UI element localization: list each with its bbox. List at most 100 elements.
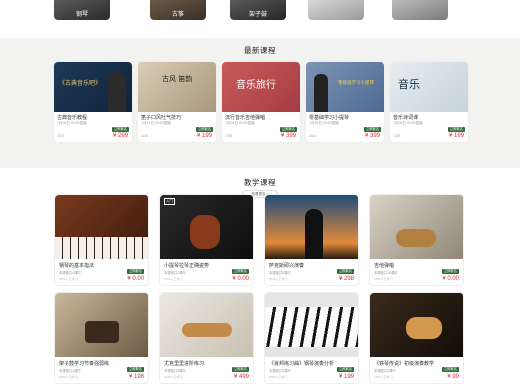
- course-title: 吉他弹唱: [374, 263, 395, 269]
- learner-count: 1856人已学习: [164, 277, 183, 281]
- category-label: 钢琴: [75, 12, 88, 18]
- learner-count: 2560: [309, 134, 317, 138]
- course-thumbnail: [265, 195, 358, 259]
- guitar-graphic: [406, 317, 442, 339]
- lesson-count: 本课程共6课时: [269, 369, 291, 373]
- course-price: ¥ 399: [364, 133, 380, 139]
- course-price: ¥ 0.00: [127, 276, 144, 282]
- enroll-badge[interactable]: 立即报名: [441, 269, 459, 274]
- teaching-course-card[interactable]: 《肖邦练习曲》钢琴演奏分析 立即报名 本课程共6课时 1886人已学习 ¥ 19…: [264, 292, 359, 384]
- enroll-badge[interactable]: 立即报名: [363, 127, 381, 132]
- teacher-figure: [314, 74, 328, 112]
- learner-count: 3222: [57, 134, 65, 138]
- teaching-course-card[interactable]: 尤克里里进阶练习 立即报名 本课程共8课时 2168人已学习 ¥ 499: [159, 292, 254, 384]
- enroll-badge[interactable]: 立即报名: [447, 127, 465, 132]
- learner-count: 2365人已学习: [374, 375, 393, 379]
- course-price: ¥ 0.00: [232, 276, 249, 282]
- latest-course-card[interactable]: 《古典音乐吧》 古典音乐教程 7月16日 20:30直播 立即报名 3222 ¥…: [54, 62, 132, 142]
- course-date: 7月26日 20:30直播: [309, 121, 339, 125]
- learner-count: 3528人已学习: [269, 277, 288, 281]
- category-label: 架子鼓: [248, 12, 267, 18]
- enroll-badge[interactable]: 立即报名: [231, 367, 249, 372]
- enroll-badge[interactable]: 立即报名: [126, 367, 144, 372]
- learner-count: 2850人已学习: [59, 277, 78, 281]
- lesson-count: 本课程共4课时: [59, 369, 81, 373]
- learner-count: 1596人已学习: [59, 375, 78, 379]
- violin-graphic: [190, 215, 220, 249]
- lesson-count: 本课程共6课时: [269, 271, 291, 275]
- teaching-course-card[interactable]: 钢琴的基本指法 立即报名 本课程共4课时 2850人已学习 ¥ 0.00: [54, 194, 149, 286]
- latest-course-card[interactable]: 音乐旅行 流行音乐吉他弹唱 7月24日 20:30直播 立即报名 2358 ¥ …: [222, 62, 300, 142]
- learner-count: 1158: [141, 134, 149, 138]
- course-thumbnail: 音乐: [390, 62, 468, 112]
- course-thumbnail: 《古典音乐吧》: [54, 62, 132, 112]
- course-price: ¥ 399: [280, 133, 296, 139]
- enroll-badge[interactable]: 立即报名: [441, 367, 459, 372]
- course-title: 尤克里里进阶练习: [164, 361, 205, 367]
- category-strip: 钢琴 古筝 架子鼓: [0, 0, 520, 38]
- lesson-count: 本课程共4课时: [59, 271, 81, 275]
- course-thumbnail: [370, 195, 463, 259]
- latest-course-card[interactable]: 古风 笛韵 笛子口风吐气技巧 7月21日 20:30直播 立即报名 1158 ¥…: [138, 62, 216, 142]
- enroll-badge[interactable]: 立即报名: [111, 127, 129, 132]
- course-thumbnail: 零基础学习小提琴: [306, 62, 384, 112]
- course-title: 小提琴拉琴正确姿势: [164, 263, 210, 269]
- piano-keys-graphic: [265, 307, 358, 347]
- teaching-course-card[interactable]: 入门 小提琴拉琴正确姿势 立即报名 本课程共3课时 1856人已学习 ¥ 0.0…: [159, 194, 254, 286]
- lesson-count: 本课程共5课时: [374, 369, 396, 373]
- latest-courses-section: 最新课程 《古典音乐吧》 古典音乐教程 7月16日 20:30直播 立即报名 3…: [0, 38, 520, 198]
- course-price: ¥ 199: [338, 374, 354, 380]
- thumbnail-caption: 音乐: [398, 78, 420, 91]
- learner-count: 2683人已学习: [374, 277, 393, 281]
- course-thumbnail: 音乐旅行: [222, 62, 300, 112]
- enroll-badge[interactable]: 立即报名: [231, 269, 249, 274]
- learner-count: 2168人已学习: [164, 375, 183, 379]
- course-title: 钢琴的基本指法: [59, 263, 95, 269]
- latest-course-card[interactable]: 零基础学习小提琴 零基础学习小提琴 7月26日 20:30直播 立即报名 256…: [306, 62, 384, 142]
- course-title: 零基础学习小提琴: [309, 115, 350, 121]
- teacher-figure: [108, 72, 126, 112]
- teaching-course-card[interactable]: 萨克斯即兴演奏 立即报名 本课程共6课时 3528人已学习 ¥ 298: [264, 194, 359, 286]
- guitar-graphic: [396, 229, 436, 247]
- section-title: 最新课程: [244, 46, 276, 55]
- course-thumbnail: 入门: [160, 195, 253, 259]
- course-thumbnail: [55, 293, 148, 357]
- enroll-badge[interactable]: 立即报名: [336, 367, 354, 372]
- course-thumbnail: [55, 195, 148, 259]
- learner-count: 2358: [225, 134, 233, 138]
- drum-graphic: [85, 321, 119, 343]
- course-thumbnail: [265, 293, 358, 357]
- enroll-badge[interactable]: 立即报名: [336, 269, 354, 274]
- category-label: 古筝: [171, 12, 184, 18]
- course-price: ¥ 499: [233, 374, 249, 380]
- category-tile-4[interactable]: [308, 0, 364, 20]
- course-title: 音乐诗词课: [393, 115, 419, 121]
- learner-count: 1886人已学习: [269, 375, 288, 379]
- category-tile-guzheng[interactable]: 古筝: [150, 0, 206, 20]
- course-date: 7月16日 20:30直播: [57, 121, 87, 125]
- ukulele-graphic: [182, 323, 232, 337]
- course-title: 古典音乐教程: [57, 115, 88, 121]
- saxophonist-silhouette: [305, 209, 323, 259]
- course-date: 7月24日 20:30直播: [225, 121, 255, 125]
- lesson-count: 本课程共8课时: [164, 369, 186, 373]
- course-price: ¥ 298: [338, 276, 354, 282]
- course-title: 架子鼓学习节奏强弱练: [59, 361, 110, 367]
- category-tile-5[interactable]: [392, 0, 448, 20]
- teaching-course-card[interactable]: 架子鼓学习节奏强弱练 立即报名 本课程共4课时 1596人已学习 ¥ 198: [54, 292, 149, 384]
- course-price: ¥ 0.00: [442, 276, 459, 282]
- course-title: 流行音乐吉他弹唱: [225, 115, 266, 121]
- enroll-badge[interactable]: 立即报名: [279, 127, 297, 132]
- teaching-course-card[interactable]: 《铁琴传说》初级演奏教学 立即报名 本课程共5课时 2365人已学习 ¥ 99: [369, 292, 464, 384]
- latest-course-card[interactable]: 音乐 音乐诗词课 7月28日 20:30直播 立即报名 1228 ¥ 199: [390, 62, 468, 142]
- category-tile-piano[interactable]: 钢琴: [54, 0, 110, 20]
- category-tile-drums[interactable]: 架子鼓: [230, 0, 286, 20]
- thumbnail-caption: 《古典音乐吧》: [59, 80, 102, 87]
- thumbnail-caption: 古风 笛韵: [162, 75, 193, 83]
- teaching-course-card[interactable]: 吉他弹唱 立即报名 本课程共15课时 2683人已学习 ¥ 0.00: [369, 194, 464, 286]
- course-thumbnail: [370, 293, 463, 357]
- enroll-badge[interactable]: 立即报名: [126, 269, 144, 274]
- enroll-badge[interactable]: 立即报名: [195, 127, 213, 132]
- course-title: 笛子口风吐气技巧: [141, 115, 182, 121]
- lesson-count: 本课程共3课时: [164, 271, 186, 275]
